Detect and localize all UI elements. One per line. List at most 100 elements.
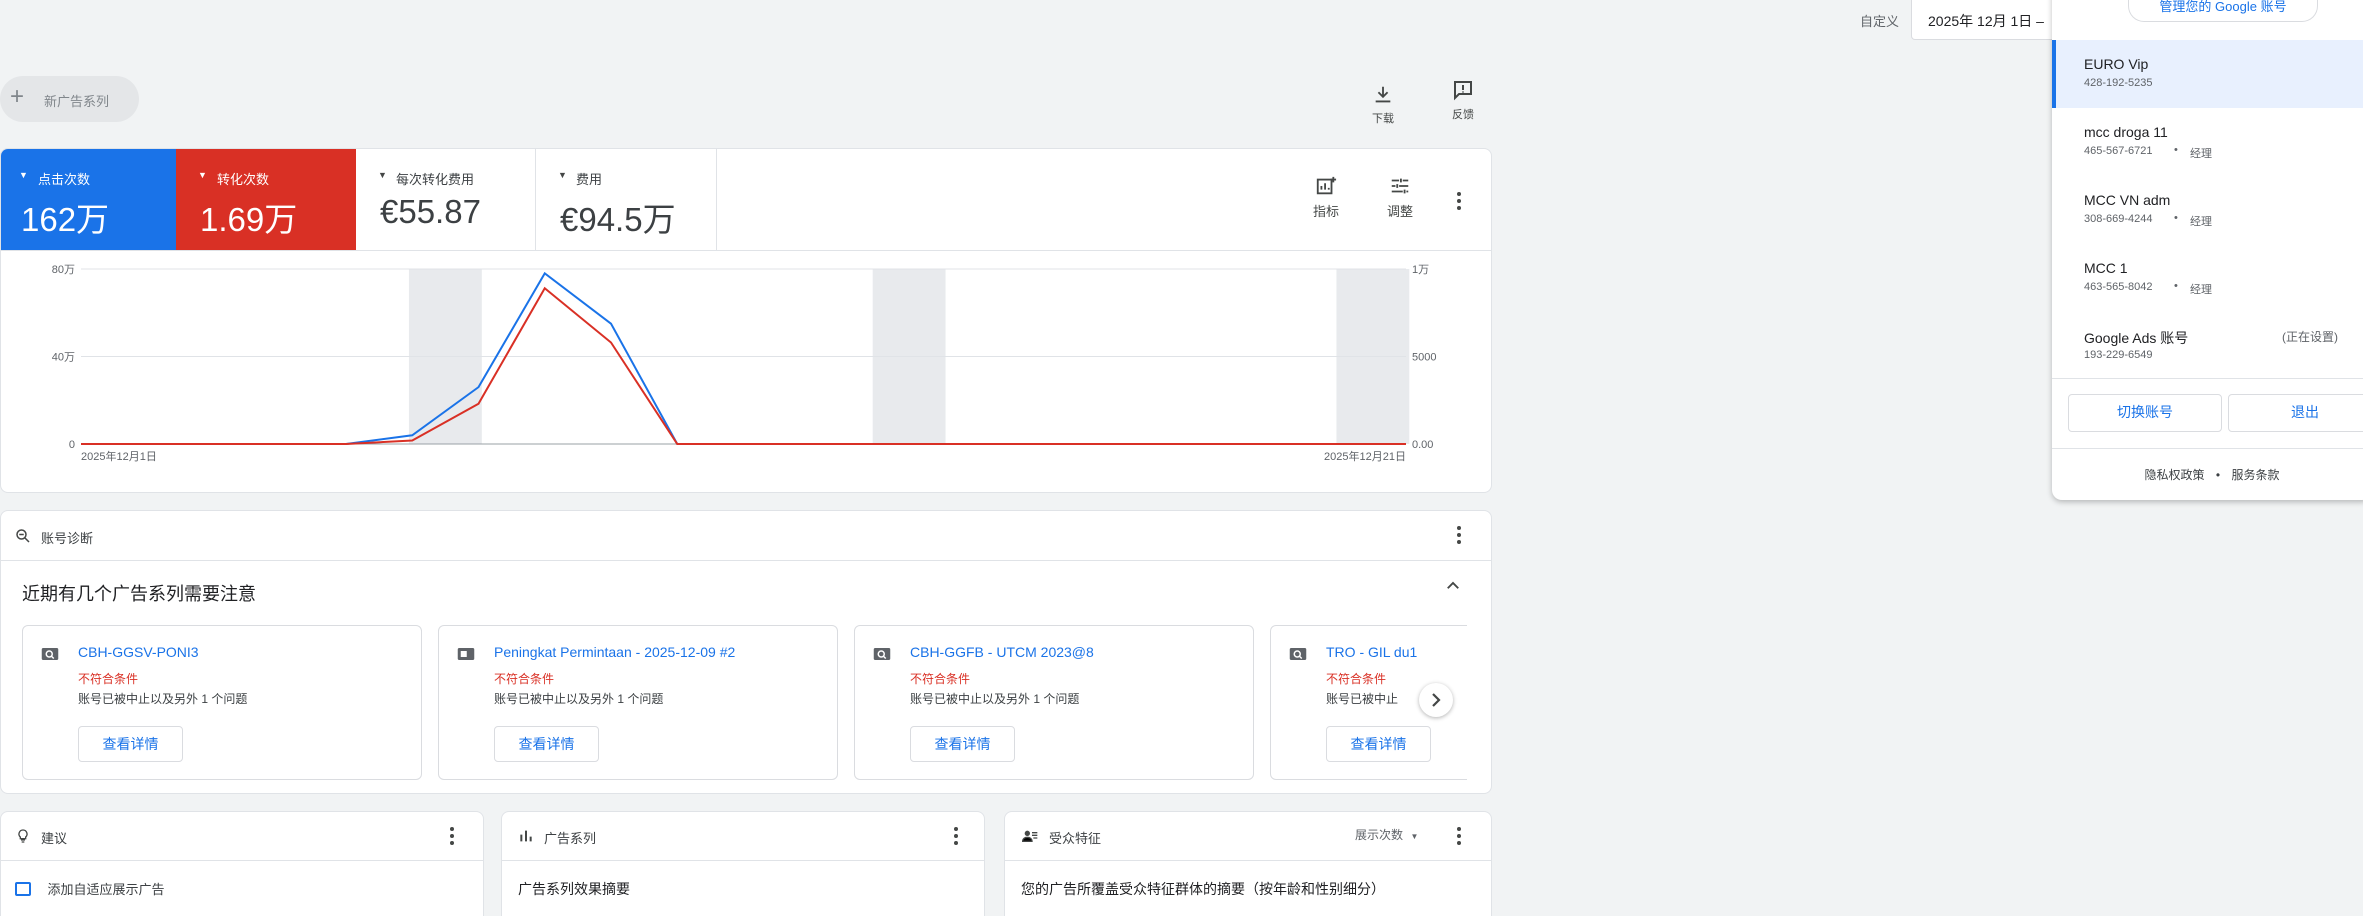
- issue-card: CBH-GGFB - UTCM 2023@8 不符合条件 账号已被中止以及另外 1 …: [854, 625, 1254, 780]
- new-campaign-button[interactable]: + 新广告系列: [0, 76, 139, 122]
- metric-label: 转化次数: [217, 172, 270, 187]
- account-id: 308-669-4244: [2084, 213, 2153, 225]
- account-list: EURO Vip 428-192-5235 mcc droga 11 465-567-…: [2052, 40, 2363, 380]
- issue-description: 账号已被中止以及另外 1 个问题: [78, 692, 248, 706]
- suggestions-divider: [1, 860, 483, 861]
- account-role: 经理: [2190, 216, 2212, 228]
- performance-card: ▼ 点击次数 162万 ▼ 转化次数 1.69万 ▼ 每次转化费用 €55.87…: [0, 148, 1492, 493]
- account-role-separator: •: [2174, 212, 2178, 224]
- diagnostics-title: 账号诊断: [41, 531, 94, 546]
- audience-subtitle: 您的广告所覆盖受众特征群体的摘要（按年龄和性别细分）: [1021, 881, 1385, 897]
- chevron-right-icon: [1432, 693, 1441, 707]
- issue-campaign-name[interactable]: CBH-GGSV-PONI3: [78, 644, 199, 660]
- tune-icon: [1391, 178, 1409, 194]
- campaigns-title: 广告系列: [544, 831, 597, 846]
- more-options-icon[interactable]: [1456, 192, 1462, 213]
- issue-campaign-name[interactable]: Peningkat Permintaan - 2025-12-09 #2: [494, 644, 735, 660]
- account-list-items: EURO Vip 428-192-5235 mcc droga 11 465-567-…: [2052, 40, 2363, 380]
- metrics-tool-button[interactable]: 指标: [1306, 175, 1346, 220]
- carousel-next-button[interactable]: [1419, 683, 1453, 717]
- suggestions-more-icon[interactable]: [449, 827, 455, 848]
- account-role-separator: •: [2174, 280, 2178, 292]
- audience-divider: [1005, 860, 1491, 861]
- suggestions-title: 建议: [41, 831, 68, 846]
- add-chart-icon: [1316, 176, 1337, 195]
- view-details-button[interactable]: 查看详情: [1326, 726, 1431, 762]
- date-range-value: 2025年 12月 1日 –: [1928, 13, 2044, 29]
- issue-status: 不符合条件: [78, 672, 139, 686]
- account-name: MCC VN adm: [2084, 192, 2171, 208]
- series-line: [81, 286, 1406, 445]
- metric-value: €94.5万: [560, 201, 676, 238]
- feedback-icon: [1454, 81, 1472, 101]
- account-list-item[interactable]: MCC VN adm 308-669-4244 • 经理: [2052, 176, 2363, 244]
- left-axis-tick-label: 0: [69, 439, 75, 451]
- right-axis-tick-label: 1万: [1412, 264, 1429, 276]
- diagnostics-divider: [1, 560, 1491, 561]
- suggestion-item-label: 添加自适应展示广告: [47, 882, 165, 897]
- terms-of-service-link[interactable]: 服务条款: [2231, 468, 2279, 482]
- account-status: (正在设置): [2282, 330, 2338, 344]
- account-switcher-panel: 管理您的 Google 账号 EURO Vip 428-192-5235 mcc d…: [2052, 0, 2363, 500]
- metric-label: 费用: [576, 172, 603, 187]
- dropdown-arrow-icon: ▼: [558, 170, 567, 180]
- issue-campaign-name[interactable]: CBH-GGFB - UTCM 2023@8: [910, 644, 1094, 660]
- metric-value: 162万: [21, 201, 110, 238]
- panel-divider: [2052, 448, 2363, 449]
- sign-out-button[interactable]: 退出: [2228, 394, 2363, 432]
- adjust-tool-label: 调整: [1386, 204, 1413, 219]
- feedback-label: 反馈: [1452, 109, 1474, 121]
- feedback-button[interactable]: 反馈: [1440, 78, 1486, 124]
- audience-metric-dropdown[interactable]: 展示次数 ▼: [1355, 826, 1418, 844]
- display-icon: [457, 646, 475, 667]
- metric-tile-conversions[interactable]: ▼ 转化次数 1.69万: [176, 149, 356, 250]
- suggestion-item[interactable]: 添加自适应展示广告: [15, 879, 164, 898]
- manage-google-account-label: 管理您的 Google 账号: [2159, 0, 2287, 14]
- dropdown-arrow-icon: ▼: [378, 170, 387, 180]
- x-axis-tick-label: 2025年12月1日: [81, 449, 157, 463]
- audience-dropdown-label: 展示次数: [1355, 828, 1404, 842]
- account-id: 463-565-8042: [2084, 281, 2153, 293]
- performance-line-chart: 0 0.00 40万 5000 80万 1万 2025年12月1日 2025年12月21日: [52, 264, 1437, 463]
- series-line: [81, 271, 1406, 445]
- diagnostics-search-icon: [16, 529, 30, 543]
- metric-label: 点击次数: [38, 172, 91, 187]
- view-details-button[interactable]: 查看详情: [910, 726, 1015, 762]
- dropdown-arrow-icon: ▼: [198, 170, 207, 180]
- metric-value: 1.69万: [200, 201, 298, 238]
- view-details-button[interactable]: 查看详情: [78, 726, 183, 762]
- diagnostics-more-icon[interactable]: [1456, 526, 1462, 547]
- issue-status: 不符合条件: [1326, 672, 1387, 686]
- metric-tile-clicks[interactable]: ▼ 点击次数 162万: [1, 149, 176, 250]
- issue-campaign-name[interactable]: TRO - GIL du1: [1326, 644, 1417, 660]
- diagnostics-heading: 近期有几个广告系列需要注意: [22, 584, 256, 604]
- privacy-policy-link[interactable]: 隐私权政策: [2145, 468, 2205, 482]
- account-list-item[interactable]: mcc droga 11 465-567-6721 • 经理: [2052, 108, 2363, 176]
- audience-card: 受众特征 展示次数 ▼ 您的广告所覆盖受众特征群体的摘要（按年龄和性别细分）: [1004, 811, 1492, 916]
- campaigns-more-icon[interactable]: [953, 827, 959, 848]
- view-details-button[interactable]: 查看详情: [494, 726, 599, 762]
- issue-description: 账号已被中止以及另外 1 个问题: [494, 692, 664, 706]
- campaigns-card: 广告系列 广告系列效果摘要: [501, 811, 985, 916]
- account-list-item[interactable]: EURO Vip 428-192-5235: [2052, 40, 2363, 108]
- account-list-item[interactable]: Google Ads 账号 193-229-6549 (正在设置): [2052, 312, 2363, 380]
- account-list-item[interactable]: MCC 1 463-565-8042 • 经理: [2052, 244, 2363, 312]
- download-label: 下载: [1372, 113, 1394, 125]
- download-button[interactable]: 下载: [1360, 84, 1406, 130]
- manage-google-account-button[interactable]: 管理您的 Google 账号: [2128, 0, 2318, 22]
- metric-tile-cost-per-conversion[interactable]: ▼ 每次转化费用 €55.87: [356, 149, 536, 250]
- search-icon: [873, 646, 891, 667]
- new-campaign-label: 新广告系列: [44, 94, 110, 109]
- adjust-tool-button[interactable]: 调整: [1380, 175, 1420, 220]
- suggestions-card: 建议 添加自适应展示广告: [0, 811, 484, 916]
- search-icon: [41, 646, 59, 667]
- audience-more-icon[interactable]: [1456, 827, 1462, 848]
- dropdown-arrow-icon: ▼: [19, 170, 28, 180]
- account-role: 经理: [2190, 284, 2212, 296]
- metric-tile-cost[interactable]: ▼ 费用 €94.5万: [536, 149, 717, 250]
- collapse-chevron-icon[interactable]: [1444, 577, 1462, 595]
- metric-value: €55.87: [380, 193, 481, 230]
- date-range-picker[interactable]: 2025年 12月 1日 –: [1911, 0, 2061, 40]
- switch-account-button[interactable]: 切换账号: [2068, 394, 2222, 432]
- left-axis-tick-label: 80万: [52, 264, 75, 276]
